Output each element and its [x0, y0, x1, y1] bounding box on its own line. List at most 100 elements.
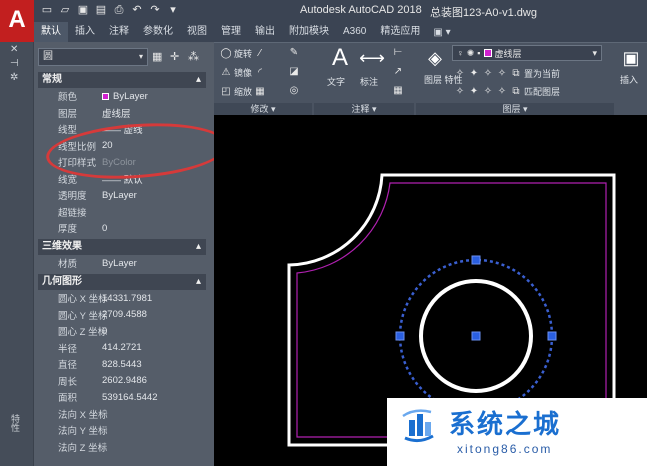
layer-walk-icon: ✧	[455, 85, 465, 97]
new-file-icon[interactable]: ▭	[40, 3, 54, 17]
palette-body: 圆 ▾ ▦ ✛ ⁂ 常规 ▴ 颜色 ByLayer 图层 虚线层 线型 —— 虚线…	[34, 42, 214, 466]
layer-dropdown[interactable]: ♀ ✺ ▪ 虚线层 ▾	[452, 45, 602, 61]
layer-color-swatch	[483, 49, 492, 57]
property-row[interactable]: 超链接	[38, 204, 206, 221]
layer-thaw-icon: ✧	[483, 85, 493, 97]
ribbon-panels: ◯ 旋转 ⁄ ⚠ 镜像 ◜ ◰ 缩放 ▦ ✎ ◪ ◎ 修改 ▾ A 文字 ⟷ 标注 ⊢…	[214, 42, 647, 116]
section-geometry[interactable]: 几何图形 ▴	[38, 274, 206, 290]
grip-left	[395, 331, 405, 341]
tab-annotate[interactable]: 注释	[102, 22, 136, 42]
grip-right	[547, 331, 557, 341]
watermark-name: 系统之城	[449, 410, 562, 440]
table-icon: ▦	[393, 85, 403, 96]
property-row[interactable]: 法向 Y 坐标 0	[38, 422, 206, 439]
undo-icon[interactable]: ↶	[130, 3, 144, 17]
title-bar: ▭ ▱ ▣ ▤ ⎙ ↶ ↷ ▾ Autodesk AutoCAD 2018 总装…	[0, 0, 647, 22]
qat-dropdown-icon[interactable]: ▾	[166, 3, 180, 17]
palette-settings-icon[interactable]: ✲	[10, 72, 18, 83]
application-menu-button[interactable]: A	[0, 0, 34, 42]
property-row[interactable]: 圆心 Y 坐标 2709.4588	[38, 307, 206, 324]
property-row[interactable]: 法向 X 坐标 0	[38, 406, 206, 423]
property-row[interactable]: 半径 414.2721	[38, 340, 206, 357]
leader-icon: ↗	[393, 66, 403, 77]
line-tool[interactable]: ✎	[288, 47, 300, 59]
chevron-down-icon: ▾	[592, 47, 597, 58]
property-row[interactable]: 材质 ByLayer	[38, 255, 206, 272]
text-icon[interactable]: A	[326, 45, 354, 71]
watermark-logo-icon	[402, 409, 434, 443]
save-as-icon[interactable]: ▤	[94, 3, 108, 17]
set-current-button[interactable]: 置为当前	[524, 67, 560, 80]
scale-icon: ◰	[221, 85, 231, 97]
property-row[interactable]: 颜色 ByLayer	[38, 88, 206, 105]
property-row[interactable]: 周长 2602.9486	[38, 373, 206, 390]
grip-top	[471, 255, 481, 265]
property-row[interactable]: 图层 虚线层	[38, 105, 206, 122]
rotate-icon: ◯	[220, 47, 232, 59]
redo-icon[interactable]: ↷	[148, 3, 162, 17]
tab-output[interactable]: 输出	[248, 22, 282, 42]
trim-icon: ⁄	[259, 47, 261, 59]
watermark-url: xitong86.com	[457, 442, 553, 456]
sun-icon: ✺	[466, 47, 475, 58]
table-tool[interactable]: ▦	[392, 85, 404, 97]
offset-tool[interactable]: ◎	[288, 85, 300, 97]
tab-default[interactable]: 默认	[34, 22, 68, 42]
erase-tool[interactable]: ◪	[288, 66, 300, 78]
palette-title-strip[interactable]: ✕ ⊣ ✲ 特性	[0, 42, 34, 466]
section-general[interactable]: 常规 ▴	[38, 72, 206, 88]
quick-select-icon[interactable]: ⁂	[188, 50, 199, 63]
match-layer-button[interactable]: 匹配图层	[524, 85, 560, 98]
scale-button[interactable]: ◰ 缩放 ▦	[220, 85, 266, 98]
insert-block-icon[interactable]: ▣	[618, 45, 644, 71]
rotate-button[interactable]: ◯ 旋转 ⁄	[220, 47, 266, 60]
property-row[interactable]: 圆心 Z 坐标 0	[38, 323, 206, 340]
property-row[interactable]: 面积 539164.5442	[38, 389, 206, 406]
property-row[interactable]: 透明度 ByLayer	[38, 187, 206, 204]
tab-insert[interactable]: 插入	[68, 22, 102, 42]
dimension-button[interactable]: 标注	[360, 75, 378, 88]
object-type-select[interactable]: 圆 ▾	[38, 48, 148, 66]
grip-center	[471, 331, 481, 341]
select-objects-icon[interactable]: ✛	[170, 50, 179, 63]
tab-manage[interactable]: 管理	[214, 22, 248, 42]
layer-properties-icon[interactable]: ◈	[422, 45, 448, 71]
open-file-icon[interactable]: ▱	[58, 3, 72, 17]
eraser-icon: ◪	[289, 66, 299, 77]
match-layer-icon: ⧉	[512, 85, 520, 97]
color-swatch	[102, 92, 109, 100]
leader-tool[interactable]: ↗	[392, 66, 404, 78]
offset-icon: ◎	[289, 85, 299, 96]
text-button[interactable]: 文字	[327, 75, 345, 88]
layer-isolate-icon: ✦	[469, 67, 479, 79]
layer-tools-row-1[interactable]: ✧ ✦ ✧ ✧ ⧉ 置为当前	[454, 67, 560, 80]
dimension-icon[interactable]: ⟷	[358, 45, 386, 71]
mirror-button[interactable]: ⚠ 镜像 ◜	[220, 66, 266, 79]
linear-dim-tool[interactable]: ⊢	[392, 47, 404, 59]
print-icon[interactable]: ⎙	[112, 3, 126, 17]
property-row[interactable]: 直径 828.5443	[38, 356, 206, 373]
tab-view[interactable]: 视图	[180, 22, 214, 42]
autohide-icon[interactable]: ⊣	[10, 58, 19, 69]
array-icon: ▦	[255, 85, 265, 97]
property-row[interactable]: 厚度 0	[38, 220, 206, 237]
fillet-icon: ◜	[258, 66, 262, 78]
tab-parametric[interactable]: 参数化	[136, 22, 180, 42]
file-name: 总装图123-A0-v1.dwg	[430, 7, 537, 19]
lock-icon: ▪	[477, 48, 481, 58]
save-icon[interactable]: ▣	[76, 3, 90, 17]
tab-overflow-button[interactable]: ▣ ▾	[433, 27, 450, 38]
insert-button[interactable]: 插入	[620, 73, 638, 86]
app-title: Autodesk AutoCAD 2018	[300, 4, 422, 16]
property-row[interactable]: 法向 Z 坐标 1	[38, 439, 206, 456]
property-row[interactable]: 圆心 X 坐标 14331.7981	[38, 290, 206, 307]
layer-tools-row-2[interactable]: ✧ ✦ ✧ ✧ ⧉ 匹配图层	[454, 85, 560, 98]
collapse-icon: ▴	[195, 276, 201, 287]
toggle-pickadd-icon[interactable]: ▦	[152, 50, 162, 63]
tab-a360[interactable]: A360	[336, 22, 373, 42]
tab-featured-apps[interactable]: 精选应用	[373, 22, 427, 42]
chevron-down-icon: ▾	[138, 52, 143, 61]
close-icon[interactable]: ✕	[10, 44, 18, 55]
tab-addins[interactable]: 附加模块	[282, 22, 336, 42]
section-3d-effects[interactable]: 三维效果 ▴	[38, 239, 206, 255]
